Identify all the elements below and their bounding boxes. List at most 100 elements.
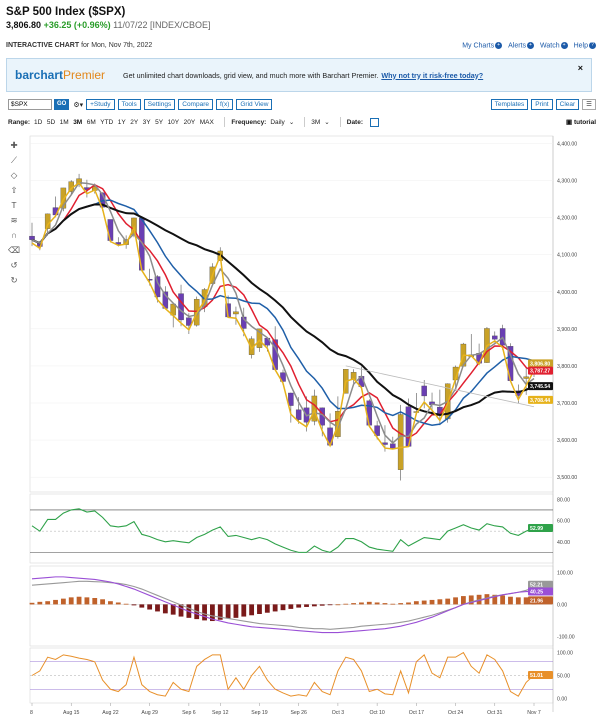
macd-histogram-bar bbox=[366, 601, 372, 605]
price-y-tick-label: 3,500.00 bbox=[557, 475, 577, 481]
candle-body bbox=[29, 235, 35, 240]
macd-histogram-bar bbox=[162, 604, 168, 614]
moving-average-line bbox=[31, 184, 535, 439]
macd-histogram-bar bbox=[147, 604, 153, 610]
candle-body bbox=[382, 442, 388, 445]
macd-histogram-bar bbox=[374, 602, 380, 605]
macd-histogram-bar bbox=[45, 601, 51, 605]
price-y-tick-label: 4,000.00 bbox=[557, 290, 577, 296]
macd-y-tick-label: 0.00 bbox=[557, 602, 567, 608]
stoch-y-tick-label: 50.00 bbox=[557, 674, 570, 680]
chart-canvas[interactable]: 4,400.00 4,300.00 4,200.00 4,100.00 4,000.00… bbox=[0, 0, 604, 723]
macd-histogram-bar bbox=[241, 604, 247, 617]
x-tick-label: Sep 6 bbox=[182, 710, 196, 716]
price-label-2: 3,745.54 bbox=[530, 384, 550, 390]
macd-histogram-bar bbox=[421, 600, 427, 605]
macd-histogram-bar bbox=[390, 603, 396, 605]
price-y-tick-label: 3,900.00 bbox=[557, 327, 577, 333]
macd-histogram-bar bbox=[351, 603, 356, 605]
candle-body bbox=[295, 409, 302, 420]
macd-histogram-bar bbox=[115, 602, 121, 605]
macd-histogram-bar bbox=[288, 604, 294, 609]
price-label-3: 3,708.44 bbox=[530, 398, 550, 404]
stochastic-line bbox=[31, 651, 535, 697]
candle-body bbox=[311, 395, 318, 422]
x-tick-label: Aug 29 bbox=[141, 710, 158, 716]
macd-y-tick-label: -100.00 bbox=[557, 634, 575, 640]
macd-histogram-bar bbox=[92, 598, 98, 605]
macd-histogram-bar bbox=[343, 603, 349, 605]
price-y-tick-label: 3,600.00 bbox=[557, 438, 577, 444]
rsi-line bbox=[31, 508, 535, 553]
macd-histogram-bar bbox=[264, 604, 270, 613]
candle-body bbox=[492, 335, 498, 340]
macd-histogram-bar bbox=[523, 597, 529, 605]
stoch-value-label: 51.01 bbox=[530, 673, 543, 679]
macd-histogram-bar bbox=[155, 604, 160, 612]
rsi-y-tick-label: 40.00 bbox=[557, 540, 570, 546]
macd-histogram-bar bbox=[508, 596, 513, 605]
macd-histogram-bar bbox=[76, 596, 82, 605]
macd-histogram-bar bbox=[437, 599, 443, 605]
moving-average-line bbox=[31, 199, 535, 427]
macd-histogram-bar bbox=[60, 598, 66, 605]
macd-histogram-bar bbox=[515, 597, 521, 605]
macd-histogram-bar bbox=[382, 603, 388, 605]
price-label-0: 3,806.80 bbox=[530, 361, 550, 367]
macd-histogram-bar bbox=[100, 599, 105, 605]
macd-histogram-bar bbox=[131, 604, 137, 606]
x-tick-label: Nov 7 bbox=[527, 710, 541, 716]
rsi-value-label: 52.99 bbox=[530, 526, 543, 532]
candle-body bbox=[288, 392, 294, 406]
price-y-tick-label: 3,700.00 bbox=[557, 401, 577, 407]
macd-histogram-bar bbox=[311, 604, 317, 607]
macd-histogram-bar bbox=[84, 597, 90, 605]
macd-histogram-bar bbox=[327, 604, 333, 606]
macd-histogram-bar bbox=[461, 596, 466, 605]
price-y-tick-label: 3,800.00 bbox=[557, 364, 577, 370]
panel-price-frame bbox=[29, 135, 554, 493]
macd-histogram-bar bbox=[53, 599, 58, 605]
price-y-tick-label: 4,400.00 bbox=[557, 141, 577, 147]
macd-histogram-bar bbox=[225, 604, 231, 619]
candle-body bbox=[366, 400, 373, 426]
macd-histogram-bar bbox=[280, 604, 286, 611]
macd-histogram-bar bbox=[139, 604, 145, 608]
x-tick-label: Aug 22 bbox=[102, 710, 119, 716]
macd-histogram-bar bbox=[29, 602, 35, 605]
macd-histogram-bar bbox=[68, 597, 74, 605]
macd-histogram-bar bbox=[319, 604, 325, 606]
candle-body bbox=[178, 293, 184, 321]
x-tick-label: Oct 31 bbox=[487, 710, 502, 716]
x-tick-label: Oct 24 bbox=[448, 710, 463, 716]
x-tick-label: Oct 10 bbox=[369, 710, 384, 716]
macd-histogram-bar bbox=[202, 604, 207, 621]
macd-histogram-bar bbox=[335, 604, 341, 606]
x-tick-label: Oct 17 bbox=[409, 710, 424, 716]
candle-body bbox=[523, 376, 529, 379]
x-tick-label: Aug 15 bbox=[63, 710, 80, 716]
price-y-tick-label: 4,100.00 bbox=[557, 253, 577, 259]
macd-histogram-bar bbox=[108, 601, 113, 605]
macd-histogram-bar bbox=[296, 604, 302, 608]
macd-y-tick-label: 100.00 bbox=[557, 570, 573, 576]
price-y-tick-label: 4,200.00 bbox=[557, 216, 577, 222]
macd-histogram-bar bbox=[272, 604, 278, 612]
macd-label-2: 21.96 bbox=[530, 598, 543, 604]
price-label-1: 3,787.27 bbox=[530, 369, 550, 375]
x-tick-label: Sep 26 bbox=[290, 710, 307, 716]
macd-histogram-bar bbox=[249, 604, 255, 616]
candle-body bbox=[107, 219, 114, 241]
rsi-y-tick-label: 60.00 bbox=[557, 519, 570, 525]
macd-histogram-bar bbox=[453, 597, 458, 605]
macd-histogram-bar bbox=[445, 598, 451, 605]
x-tick-label: 8 bbox=[30, 710, 33, 716]
candle-body bbox=[233, 311, 239, 315]
price-y-tick-label: 4,300.00 bbox=[557, 179, 577, 185]
macd-histogram-bar bbox=[233, 604, 239, 618]
macd-histogram-bar bbox=[398, 603, 404, 605]
macd-histogram-bar bbox=[359, 602, 364, 605]
stoch-y-tick-label: 0.00 bbox=[557, 696, 567, 702]
macd-histogram-bar bbox=[37, 601, 43, 605]
stoch-y-tick-label: 100.00 bbox=[557, 651, 573, 657]
